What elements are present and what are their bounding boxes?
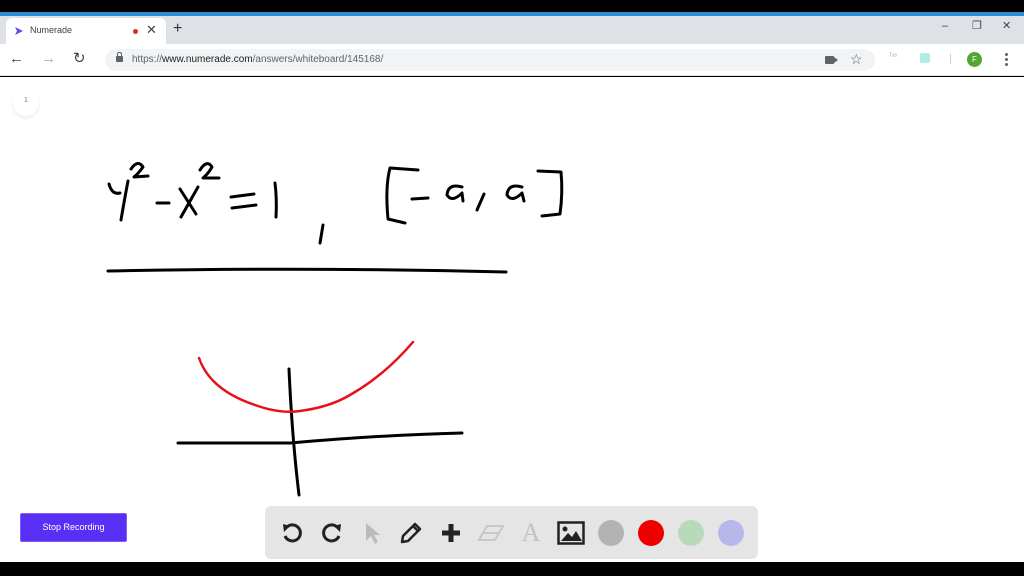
add-tool-button[interactable] — [436, 518, 466, 548]
pointer-icon — [366, 523, 380, 544]
undo-icon — [283, 523, 302, 543]
camera-icon[interactable] — [825, 56, 838, 64]
os-bottom-bar — [0, 562, 1024, 576]
pen-tool-button[interactable] — [396, 518, 426, 548]
redo-icon — [322, 523, 341, 543]
address-bar[interactable]: https://www.numerade.com/answers/whitebo… — [105, 49, 875, 71]
color-swatch-red[interactable] — [636, 518, 666, 548]
text-icon: A — [521, 518, 541, 547]
close-window-button[interactable]: ✕ — [1002, 18, 1011, 34]
extension-icon-2[interactable] — [920, 53, 930, 63]
select-tool-button[interactable] — [357, 518, 387, 548]
new-tab-button[interactable]: + — [173, 20, 182, 38]
eraser-icon — [477, 525, 505, 541]
screen: Numerade ✕ + – ❐ ✕ ← → ↻ https://www.num… — [0, 0, 1024, 576]
handwriting-layer — [106, 162, 564, 497]
os-top-bar — [0, 0, 1024, 12]
menu-kebab-icon[interactable] — [1005, 53, 1008, 66]
color-swatch-lavender[interactable] — [716, 518, 746, 548]
swatch-red — [638, 520, 664, 546]
url-scheme: https:// — [132, 54, 163, 65]
whiteboard-canvas[interactable]: 1 Stop Recording A — [0, 77, 1024, 562]
tab-title: Numerade — [30, 25, 73, 35]
image-tool-button[interactable] — [556, 518, 586, 548]
eraser-tool-button[interactable] — [476, 518, 506, 548]
handwritten-equation — [107, 162, 325, 245]
stroke-equals — [229, 192, 258, 210]
lock-icon — [116, 52, 123, 62]
stroke-comma-2 — [475, 192, 486, 212]
browser-tab[interactable]: Numerade ✕ — [6, 18, 166, 44]
stroke-right-bracket — [536, 169, 564, 218]
stop-recording-button[interactable]: Stop Recording — [20, 513, 127, 542]
color-swatch-green[interactable] — [676, 518, 706, 548]
back-button[interactable]: ← — [9, 50, 24, 68]
stroke-a2 — [505, 184, 526, 203]
swatch-green — [678, 520, 704, 546]
color-swatch-gray[interactable] — [596, 518, 626, 548]
reload-button[interactable]: ↻ — [73, 50, 86, 68]
bookmark-star-icon[interactable]: ☆ — [850, 51, 863, 67]
stroke-minus-2 — [410, 196, 430, 201]
url-host: www.numerade.com — [162, 54, 253, 65]
text-tool-button[interactable]: A — [516, 518, 546, 548]
stroke-sup2-b — [198, 162, 221, 180]
numerade-logo-icon — [15, 27, 23, 35]
swatch-lavender — [718, 520, 744, 546]
divider-underline — [106, 267, 508, 274]
tab-close-button[interactable]: ✕ — [146, 22, 157, 38]
stroke-x — [178, 185, 200, 219]
redo-button[interactable] — [317, 518, 347, 548]
stroke-comma-mid — [318, 223, 325, 245]
hyperbola-curve — [197, 340, 415, 413]
url-path: /answers/whiteboard/145168/ — [252, 54, 384, 65]
stroke-sup2-a — [129, 162, 150, 179]
image-icon — [557, 521, 585, 545]
handwritten-interval — [385, 166, 564, 225]
recording-indicator-icon — [133, 29, 138, 34]
pencil-icon — [400, 522, 422, 544]
swatch-gray — [598, 520, 624, 546]
profile-avatar[interactable]: F — [967, 52, 982, 67]
stroke-y — [107, 179, 130, 222]
minimize-button[interactable]: – — [942, 18, 948, 34]
forward-button[interactable]: → — [41, 50, 56, 68]
stroke-one — [273, 181, 278, 219]
url-text[interactable]: https://www.numerade.com/answers/whitebo… — [132, 54, 383, 65]
navigation-bar: ← → ↻ https://www.numerade.com/answers/w… — [0, 44, 1024, 76]
y-axis — [287, 367, 301, 497]
stroke-left-bracket — [385, 166, 420, 225]
tab-strip: Numerade ✕ + – ❐ ✕ — [0, 16, 1024, 44]
x-axis — [176, 431, 464, 445]
undo-button[interactable] — [277, 518, 307, 548]
stroke-a1 — [445, 184, 465, 203]
maximize-button[interactable]: ❐ — [972, 18, 982, 34]
drawing-toolbar: A — [265, 506, 758, 559]
toolbar-separator — [950, 54, 951, 64]
extension-icon[interactable]: ᵀᵃˢ — [889, 53, 897, 60]
plus-icon — [442, 524, 460, 542]
